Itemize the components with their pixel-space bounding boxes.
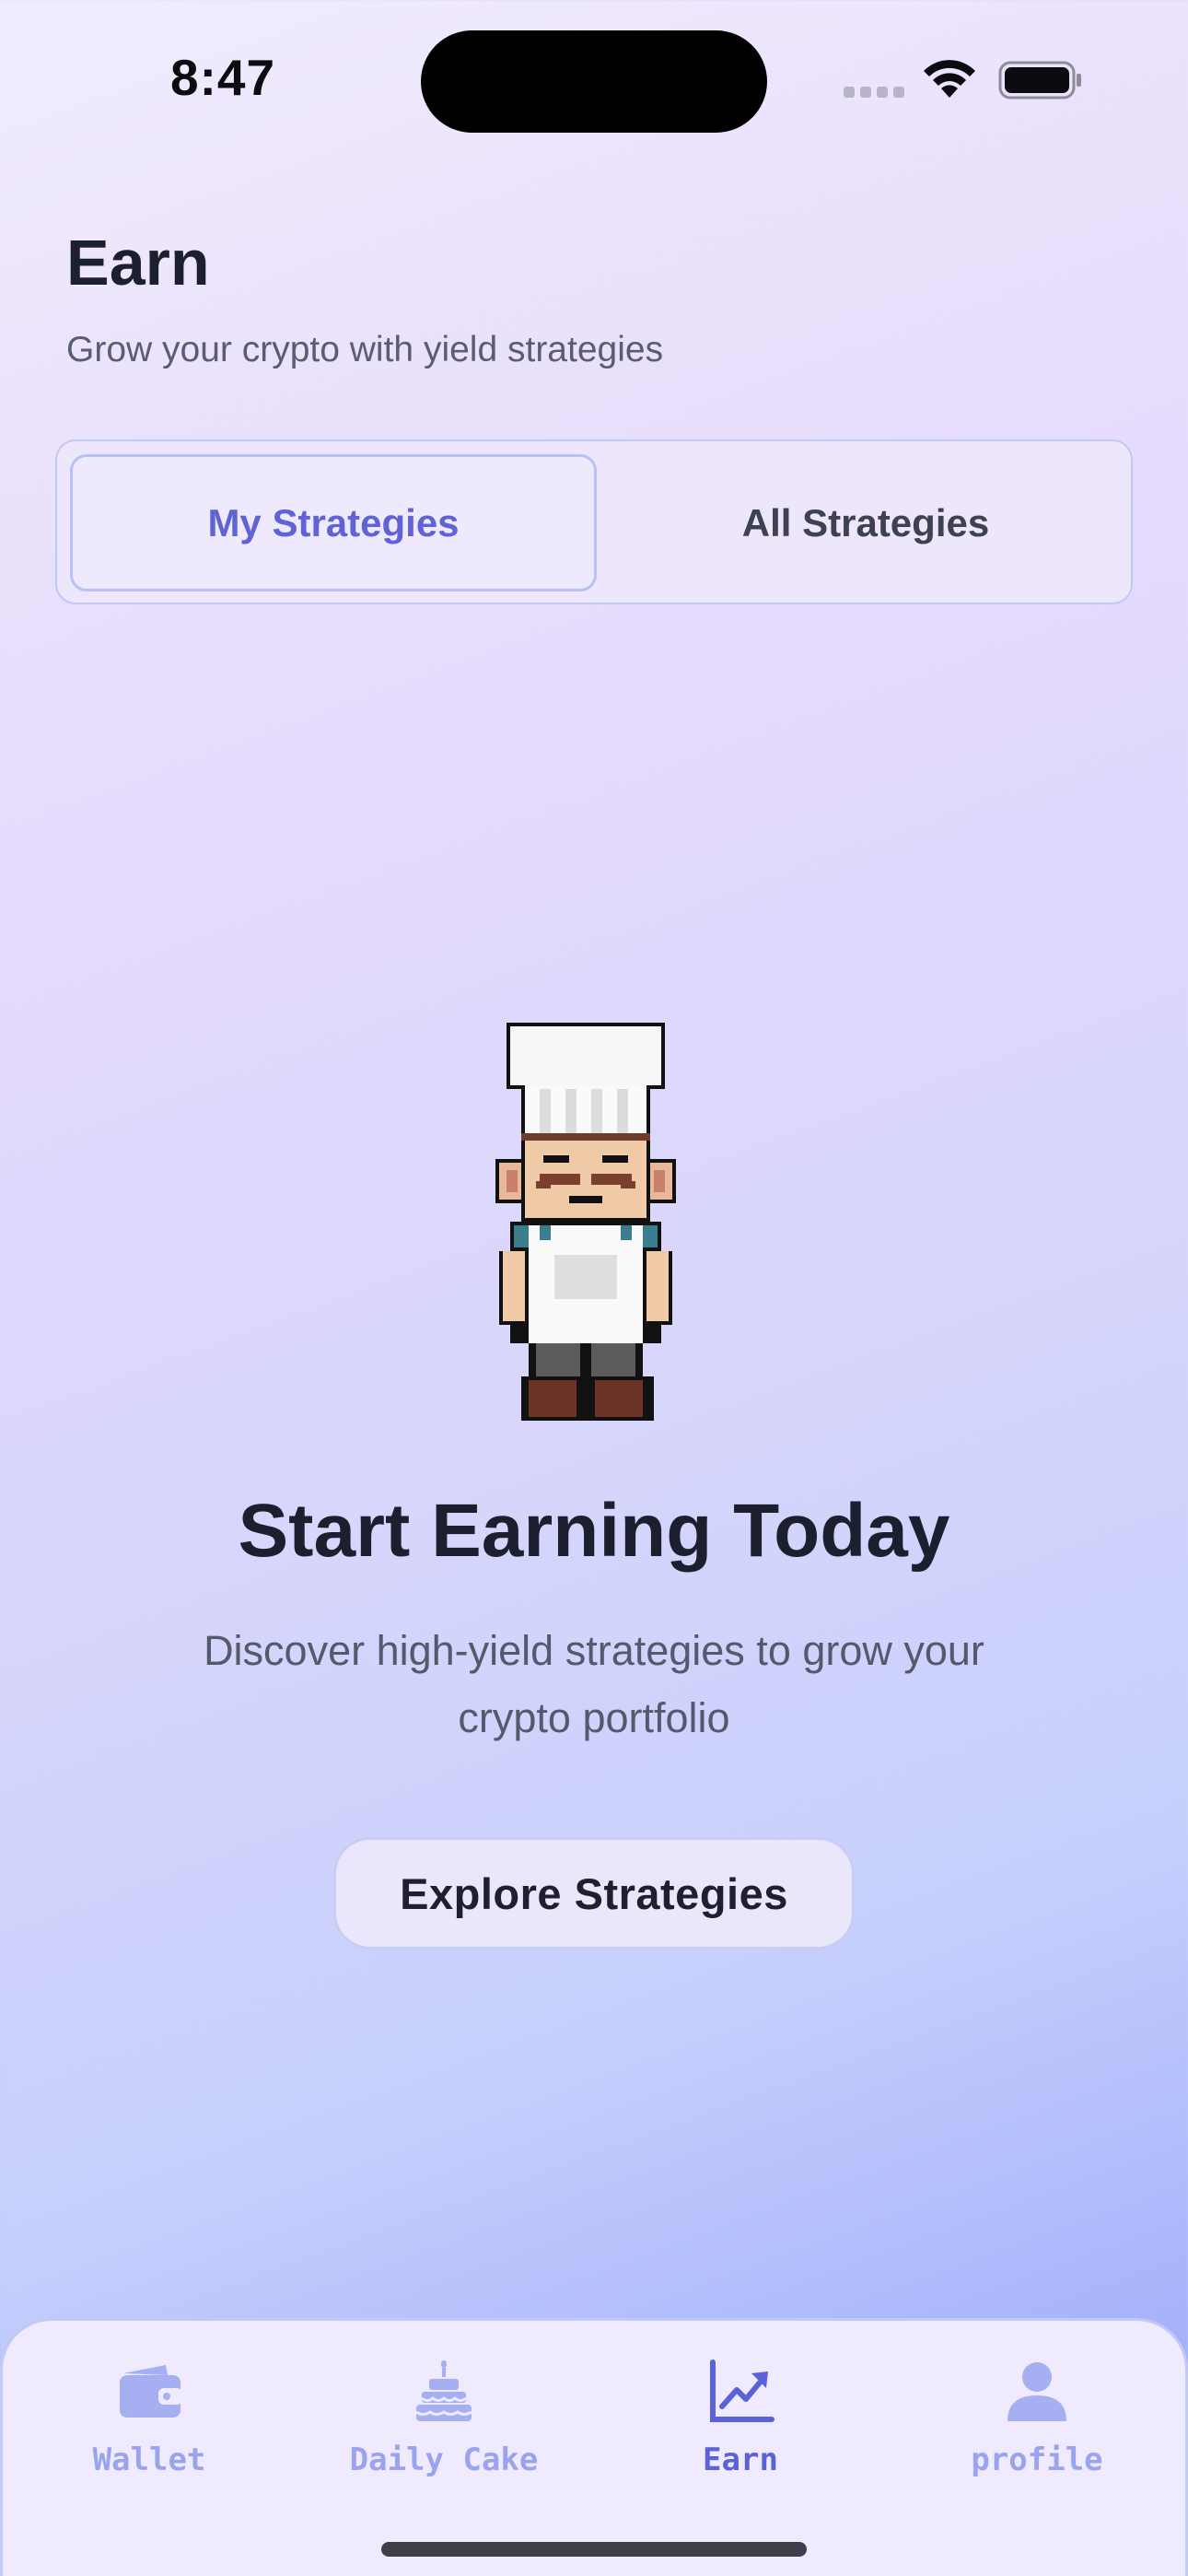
page-subtitle: Grow your crypto with yield strategies: [66, 330, 664, 369]
tab-earn[interactable]: Earn: [593, 2355, 888, 2502]
battery-icon: [998, 61, 1081, 100]
tab-all-strategies[interactable]: All Strategies: [610, 454, 1122, 591]
chart-trend-icon: [710, 2359, 775, 2422]
empty-state-title: Start Earning Today: [238, 1489, 950, 1573]
wifi-icon: [924, 60, 975, 98]
pixel-chef-icon: [495, 1023, 676, 1421]
explore-strategies-button[interactable]: Explore Strategies: [333, 1837, 855, 1950]
page-title: Earn: [66, 227, 210, 299]
user-icon: [1007, 2362, 1066, 2421]
status-time: 8:47: [170, 49, 276, 106]
home-indicator[interactable]: [381, 2542, 807, 2557]
tab-wallet[interactable]: Wallet: [2, 2355, 297, 2502]
empty-state-description: Discover high-yield strategies to grow y…: [204, 1627, 984, 1741]
dynamic-island: [421, 30, 767, 133]
cellular-signal-icon: [844, 87, 904, 98]
status-bar: 8:47: [0, 0, 1188, 157]
tab-earn-label: Earn: [703, 2441, 778, 2478]
tab-profile-label: profile: [971, 2441, 1103, 2478]
tab-daily-cake-label: Daily Cake: [349, 2441, 539, 2478]
tab-my-strategies[interactable]: My Strategies: [70, 454, 597, 591]
tab-wallet-label: Wallet: [92, 2441, 206, 2478]
wallet-icon: [120, 2365, 182, 2418]
cake-icon: [415, 2360, 472, 2421]
tab-profile[interactable]: profile: [890, 2355, 1184, 2502]
strategy-segmented-control: My Strategies All Strategies: [55, 439, 1133, 604]
tab-daily-cake[interactable]: Daily Cake: [297, 2355, 591, 2502]
